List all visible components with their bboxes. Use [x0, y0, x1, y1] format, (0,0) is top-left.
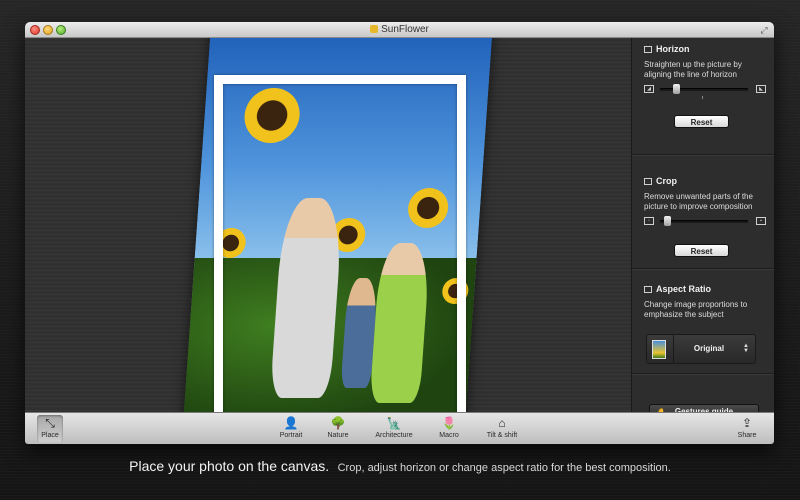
window-title: SunFlower [381, 24, 429, 35]
tool-nature-label: Nature [327, 432, 349, 439]
tool-tilt-shift[interactable]: ⌂ Tilt & shift [480, 415, 524, 443]
crop-slider-track [660, 220, 748, 223]
promo-caption: Place your photo on the canvas. Crop, ad… [0, 458, 800, 476]
tool-portrait[interactable]: 👤 Portrait [275, 415, 307, 443]
crop-section: Crop Remove unwanted parts of the pictur… [632, 156, 774, 269]
aspect-ratio-description: Change image proportions to emphasize th… [644, 300, 748, 319]
tool-share-label: Share [737, 432, 757, 439]
tool-macro[interactable]: 🌷 Macro [435, 415, 463, 443]
tilt-shift-icon: ⌂ [498, 416, 506, 430]
tool-share[interactable]: ⇪ Share [733, 415, 761, 443]
crop-slider-thumb[interactable] [664, 216, 672, 226]
horizon-slider[interactable]: ◢ ◣ [644, 84, 766, 94]
horizon-description: Straighten up the picture by aligning th… [644, 60, 742, 79]
adjustments-panel: Horizon Straighten up the picture by ali… [631, 38, 774, 420]
photo-canvas[interactable] [25, 38, 631, 412]
crop-frame[interactable] [214, 75, 466, 412]
aspect-preview-thumbnail [652, 340, 666, 359]
place-icon: ⤡ [45, 416, 55, 430]
share-icon: ⇪ [741, 416, 753, 430]
aspect-ratio-title: Aspect Ratio [656, 284, 712, 294]
horizon-slider-thumb[interactable] [672, 84, 680, 94]
crop-min-icon: ▫ [644, 217, 654, 225]
title-bar: SunFlower ⤢ [25, 22, 774, 38]
crop-slider[interactable]: ▫ ▪ [644, 216, 766, 226]
horizon-section: Horizon Straighten up the picture by ali… [632, 38, 774, 155]
tool-nature[interactable]: 🌳 Nature [323, 415, 353, 443]
updown-arrows-icon: ▲ ▼ [743, 343, 749, 354]
horizon-icon [644, 46, 652, 53]
tool-portrait-label: Portrait [279, 432, 303, 439]
aspect-ratio-select[interactable]: Original ▲ ▼ [646, 334, 756, 364]
caption-headline: Place your photo on the canvas. [129, 458, 330, 474]
crop-title: Crop [656, 176, 677, 186]
tool-architecture-label: Architecture [375, 432, 413, 439]
aspect-ratio-checkbox[interactable] [644, 286, 652, 293]
tool-architecture[interactable]: 🗽 Architecture [370, 415, 418, 443]
monument-icon: 🗽 [386, 416, 402, 430]
horizon-title: Horizon [656, 44, 690, 54]
tulip-icon: 🌷 [441, 416, 457, 430]
horizon-min-icon: ◢ [644, 85, 654, 93]
app-icon [370, 25, 379, 33]
tool-macro-label: Macro [439, 432, 459, 439]
horizon-center-tick [702, 96, 703, 99]
crop-icon [644, 178, 652, 185]
horizon-heading: Horizon [644, 44, 690, 54]
crop-reset-button[interactable]: Reset [674, 244, 729, 257]
aspect-ratio-selected: Original [693, 344, 725, 353]
window-title-wrap: SunFlower [25, 22, 774, 38]
tool-place[interactable]: ⤡ Place [37, 415, 63, 443]
portrait-icon: 👤 [283, 416, 299, 430]
aspect-ratio-heading: Aspect Ratio [644, 284, 711, 294]
crop-max-icon: ▪ [756, 217, 766, 225]
horizon-reset-button[interactable]: Reset [674, 115, 729, 128]
crop-heading: Crop [644, 176, 677, 186]
fullscreen-icon[interactable]: ⤢ [759, 25, 769, 35]
caption-detail: Crop, adjust horizon or change aspect ra… [337, 462, 671, 474]
tool-place-label: Place [41, 432, 59, 439]
tool-tilt-shift-label: Tilt & shift [486, 432, 518, 439]
bottom-toolbar: ⤡ Place 👤 Portrait 🌳 Nature 🗽 Architectu… [25, 412, 774, 444]
crop-description: Remove unwanted parts of the picture to … [644, 192, 753, 211]
horizon-max-icon: ◣ [756, 85, 766, 93]
app-window: SunFlower ⤢ Horizon Straighten up the pi… [25, 22, 774, 444]
tree-icon: 🌳 [330, 416, 346, 430]
